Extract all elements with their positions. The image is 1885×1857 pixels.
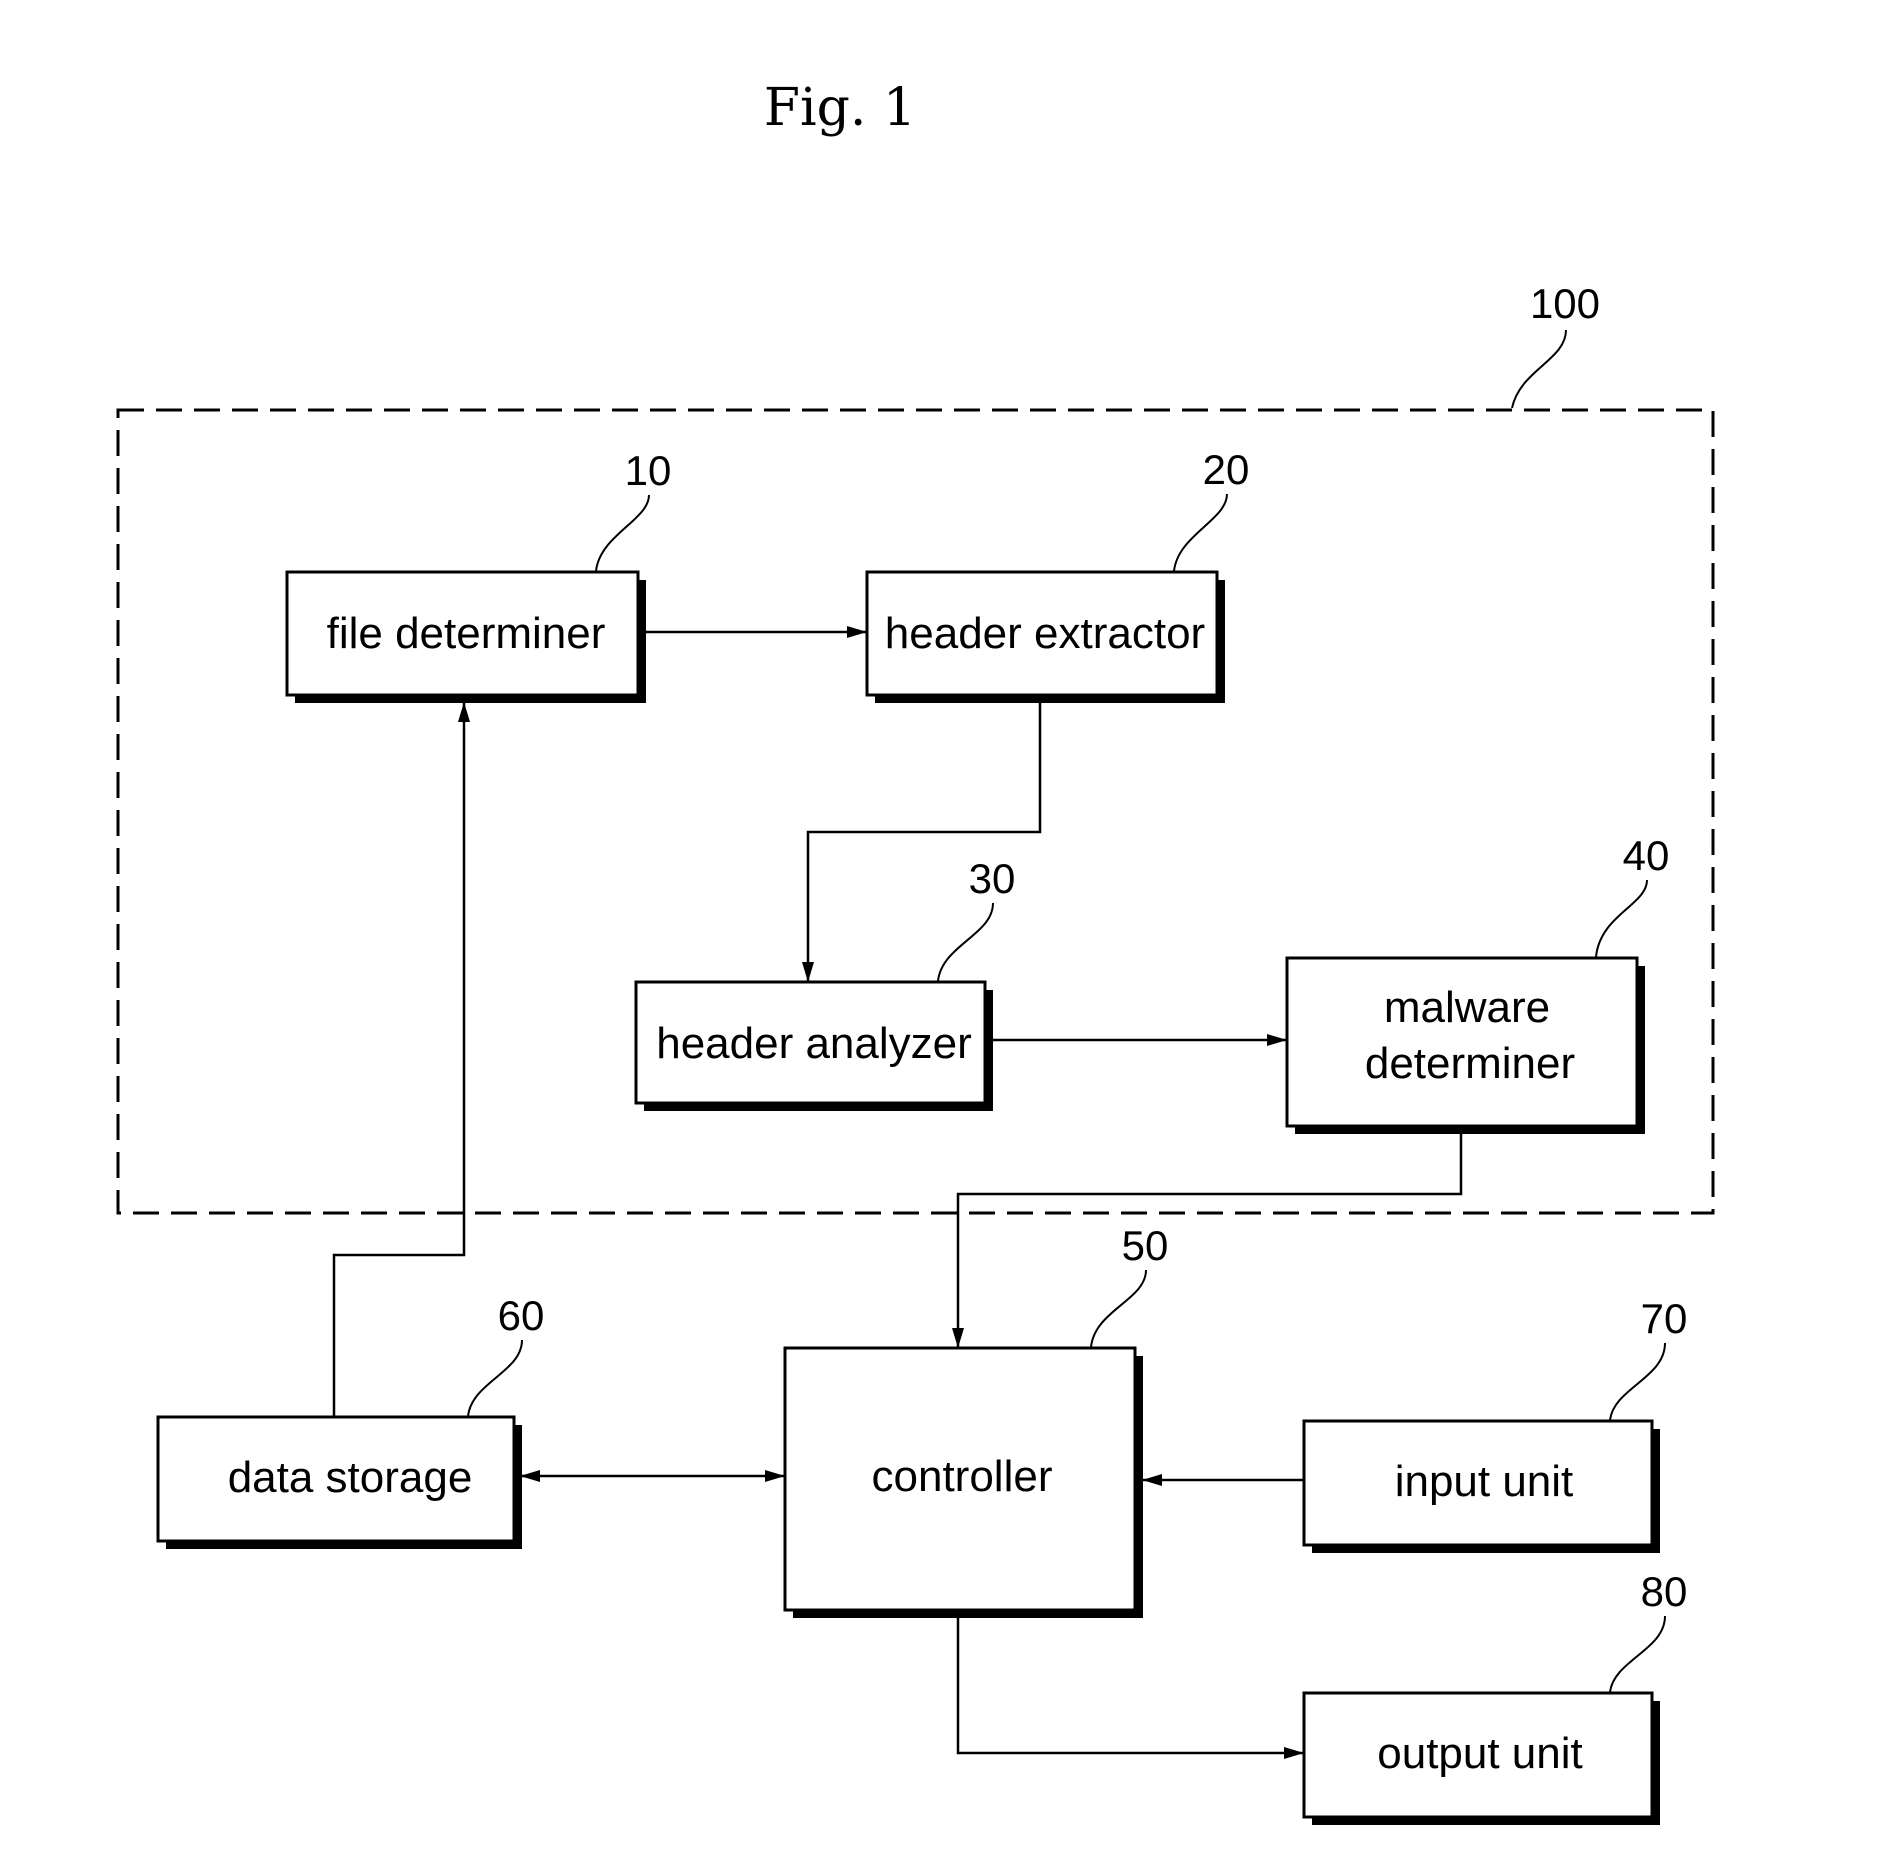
ref-label: 50 [1122, 1222, 1169, 1269]
block-header-extractor: header extractor 20 [865, 446, 1250, 703]
leader-line [1090, 1269, 1147, 1348]
block-label: controller [872, 1452, 1053, 1501]
leader-line [1595, 879, 1648, 958]
block-data-storage: data storage 60 [156, 1292, 545, 1549]
figure-title: Fig. 1 [764, 78, 916, 138]
block-controller: controller 50 [783, 1222, 1169, 1618]
ref-label: 60 [498, 1292, 545, 1339]
leader-line [1173, 493, 1228, 572]
block-label-line-1: malware [1384, 983, 1550, 1032]
block-label-line-2: determiner [1365, 1039, 1575, 1088]
block-label: input unit [1395, 1457, 1574, 1506]
ref-label-system: 100 [1530, 280, 1600, 327]
leader-line-system [1511, 329, 1567, 409]
ref-label: 40 [1623, 832, 1670, 879]
arrow-controller-to-output [956, 1618, 1304, 1759]
ref-label: 20 [1203, 446, 1250, 493]
block-header-analyzer: header analyzer 30 [634, 855, 1016, 1111]
block-input-unit: input unit 70 [1302, 1295, 1688, 1553]
block-malware-determiner: malware determiner 40 [1285, 832, 1670, 1134]
block-label: header analyzer [656, 1019, 972, 1068]
ref-label: 70 [1641, 1295, 1688, 1342]
leader-line [937, 902, 994, 982]
ref-label: 30 [969, 855, 1016, 902]
ref-label: 80 [1641, 1568, 1688, 1615]
block-label: file determiner [327, 609, 606, 658]
block-label: header extractor [885, 609, 1205, 658]
block-diagram: Fig. 1 100 file determiner 10 header ext… [116, 78, 1715, 1825]
arrow-malware-to-controller [952, 1134, 1463, 1348]
block-label: data storage [228, 1453, 473, 1502]
leader-line [1609, 1342, 1666, 1421]
arrow-storage-to-file [332, 702, 470, 1416]
arrow-extractor-to-analyzer [802, 702, 1042, 982]
block-file-determiner: file determiner 10 [285, 447, 672, 703]
leader-line [467, 1339, 523, 1417]
block-label: output unit [1377, 1729, 1583, 1778]
leader-line [1609, 1615, 1666, 1693]
block-output-unit: output unit 80 [1302, 1568, 1688, 1825]
leader-line [595, 494, 650, 572]
ref-label: 10 [625, 447, 672, 494]
